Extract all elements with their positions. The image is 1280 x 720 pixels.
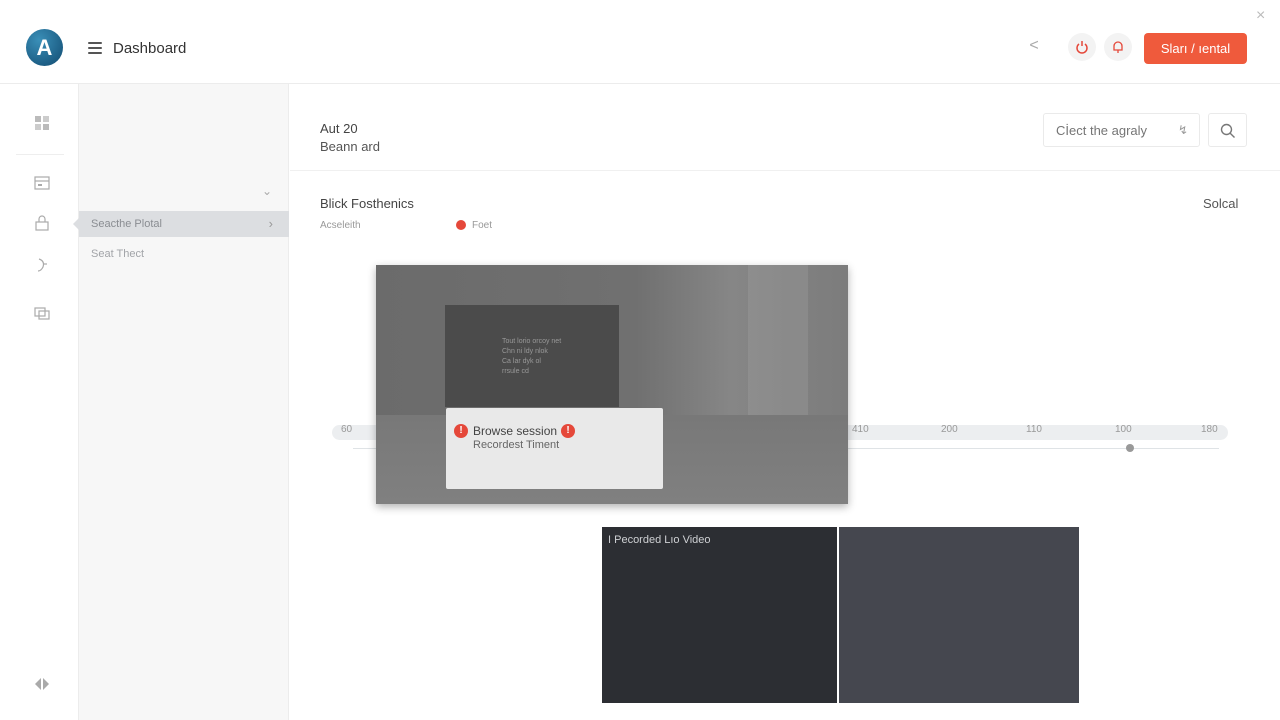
timeline-tick: 60	[341, 424, 353, 435]
date-label: Aut 20	[320, 121, 358, 136]
close-icon[interactable]: ×	[1256, 8, 1265, 24]
collapse-icon[interactable]	[33, 675, 51, 693]
section-divider	[290, 170, 1280, 171]
subtitle-label: Beann ard	[320, 139, 380, 154]
legend-item: Foet	[472, 220, 493, 231]
search-icon	[1220, 123, 1235, 138]
timeline-tick: 110	[1026, 424, 1042, 435]
alert-icon: !	[561, 424, 575, 438]
leaf-icon[interactable]	[33, 256, 51, 274]
video-panel[interactable]	[839, 527, 1079, 703]
subnav-item[interactable]: Seat Thect	[91, 248, 144, 260]
timeline-handle[interactable]	[1126, 444, 1134, 452]
popup-subtitle: Recordest Timent	[473, 439, 560, 451]
app-logo[interactable]: A	[26, 29, 63, 66]
subnav-item-label: Seacthe Plotal	[91, 218, 162, 230]
monitor-text: Tout lorio orcoy net Chn ni ldy nlok Ca …	[502, 338, 562, 375]
icon-rail	[0, 84, 79, 720]
search-button[interactable]	[1208, 113, 1247, 147]
back-icon[interactable]: <	[1024, 36, 1044, 56]
legend-dot	[456, 220, 466, 230]
recorded-video-panel[interactable]: I Pecorded Lıo Video	[602, 527, 837, 703]
dashboard-grid-icon[interactable]	[33, 114, 51, 132]
monitor-screen: Tout lorio orcoy net Chn ni ldy nlok Ca …	[445, 305, 619, 407]
subnav-item-active[interactable]: Seacthe Plotal ›	[73, 211, 289, 237]
timeline-tick: 180	[1201, 424, 1218, 435]
top-header: A Dashboard < Sları / ıental ×	[0, 0, 1280, 84]
hamburger-menu-icon[interactable]	[88, 42, 102, 54]
copy-icon[interactable]	[33, 304, 51, 322]
recorded-video-label: I Pecorded Lıo Video	[608, 534, 711, 546]
timeline-tick: 410	[852, 424, 869, 435]
alert-icon: !	[454, 424, 468, 438]
legend-item: Acseleith	[320, 220, 361, 231]
chevron-right-icon: ›	[268, 216, 273, 231]
section-title: Blick Fosthenics	[320, 196, 414, 211]
power-icon[interactable]	[1068, 33, 1096, 61]
rail-divider	[16, 154, 64, 155]
notification-bell-icon[interactable]	[1104, 33, 1132, 61]
popup-title: Browse session	[473, 424, 558, 438]
chevron-down-icon[interactable]: ⌄	[262, 184, 272, 198]
calendar-icon[interactable]	[33, 174, 51, 192]
timeline-tick: 200	[941, 424, 958, 435]
search-input[interactable]	[1043, 113, 1200, 147]
session-popup[interactable]: ! Browse session ! Recordest Timent	[446, 408, 663, 489]
timeline-tick: 100	[1115, 424, 1132, 435]
lock-icon[interactable]	[33, 214, 51, 232]
sub-navigation: ⌄ Seacthe Plotal › Seat Thect	[73, 84, 289, 720]
page-title: Dashboard	[113, 40, 187, 57]
start-rental-button[interactable]: Sları / ıental	[1144, 33, 1247, 64]
bolt-icon: ↯	[1178, 123, 1189, 137]
scale-label[interactable]: Solcal	[1203, 196, 1238, 211]
main-content: Aut 20 Beann ard ↯ Blick Fosthenics Solc…	[290, 84, 1280, 720]
